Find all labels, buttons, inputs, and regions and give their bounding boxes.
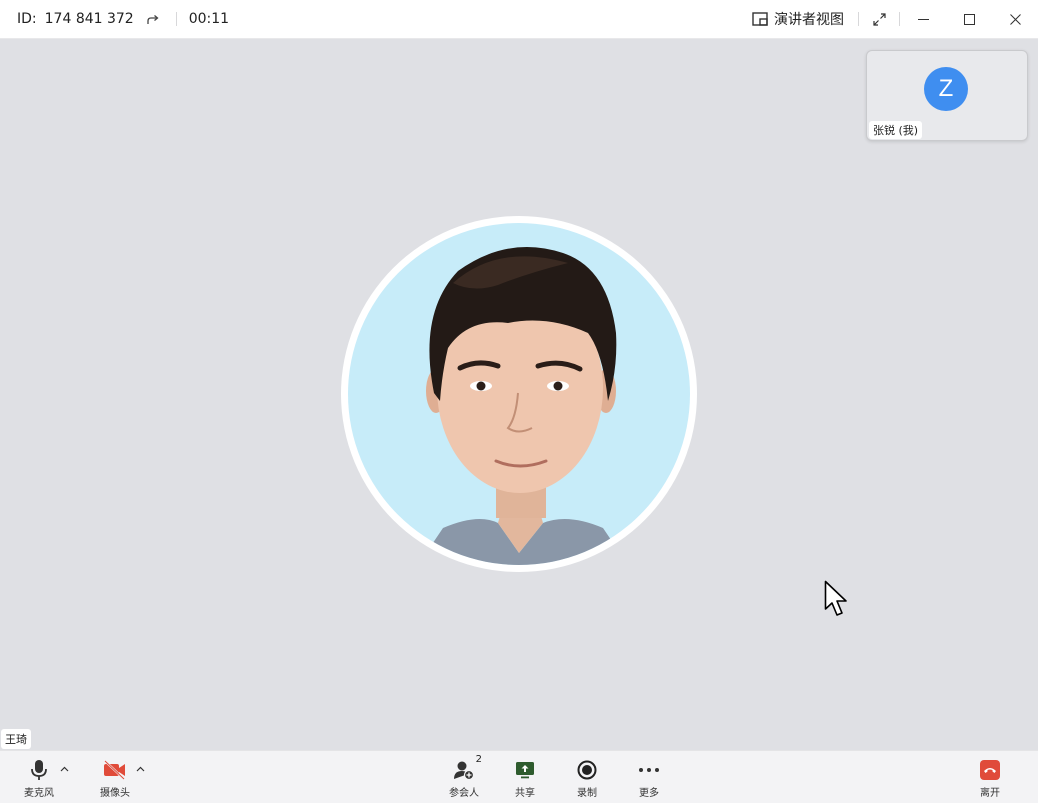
more-label: 更多: [639, 787, 659, 799]
chevron-up-icon: [60, 766, 68, 772]
self-avatar: Z: [924, 67, 968, 111]
minimize-button[interactable]: [900, 0, 946, 38]
divider: [175, 12, 177, 26]
camera-off-icon: [104, 759, 125, 780]
speaker-avatar: [341, 216, 697, 572]
share-arrow-icon: [147, 15, 159, 24]
expand-icon: [872, 12, 886, 26]
participants-icon: [454, 761, 475, 780]
participants-label: 参会人: [449, 787, 479, 799]
speaker-photo: [348, 223, 690, 565]
leave-button[interactable]: 离开: [975, 751, 1005, 803]
maximize-icon: [963, 13, 975, 25]
more-icon: [639, 767, 659, 772]
microphone-button[interactable]: 麦克风: [22, 751, 56, 803]
chevron-up-icon: [136, 766, 144, 772]
record-icon: [577, 760, 597, 779]
microphone-label: 麦克风: [24, 787, 54, 799]
fullscreen-button[interactable]: [859, 0, 899, 38]
leave-label: 离开: [980, 787, 1000, 799]
share-screen-icon: [516, 761, 534, 778]
title-bar: ID: 174 841 372 00:11 演讲者视图: [0, 0, 1038, 39]
record-button[interactable]: 录制: [572, 751, 602, 803]
meeting-toolbar: 麦克风 摄像头 2 参会人 共享 录制 更多 离开: [0, 750, 1038, 803]
meeting-timer: 00:11: [188, 11, 230, 27]
minimize-icon: [917, 18, 929, 20]
microphone-icon: [31, 759, 47, 780]
microphone-options-button[interactable]: [58, 763, 70, 775]
participants-button[interactable]: 2 参会人: [446, 751, 482, 803]
presenter-view-button[interactable]: 演讲者视图: [744, 0, 852, 38]
presenter-view-label: 演讲者视图: [774, 12, 844, 28]
more-button[interactable]: 更多: [634, 751, 664, 803]
close-icon: [1009, 13, 1021, 25]
self-video-tile[interactable]: Z 张锐 (我): [866, 50, 1028, 141]
meeting-id: ID: 174 841 372: [17, 10, 162, 28]
meeting-id-value: 174 841 372: [44, 11, 134, 27]
meeting-id-label: ID:: [17, 11, 37, 27]
portrait-photo: [418, 247, 628, 565]
speaker-name-label: 王琦: [1, 729, 31, 749]
maximize-button[interactable]: [946, 0, 992, 38]
camera-options-button[interactable]: [134, 763, 146, 775]
record-label: 录制: [577, 787, 597, 799]
share-label: 共享: [515, 787, 535, 799]
share-button[interactable]: 共享: [510, 751, 540, 803]
presenter-view-icon: [752, 12, 768, 26]
close-button[interactable]: [992, 0, 1038, 38]
camera-button[interactable]: 摄像头: [96, 751, 134, 803]
share-meeting-button[interactable]: [144, 10, 162, 28]
camera-label: 摄像头: [100, 787, 130, 799]
hang-up-icon: [980, 759, 1000, 780]
participants-count-badge: 2: [475, 753, 482, 765]
self-name-label: 张锐 (我): [869, 121, 923, 139]
mouse-cursor-icon: [824, 580, 847, 616]
